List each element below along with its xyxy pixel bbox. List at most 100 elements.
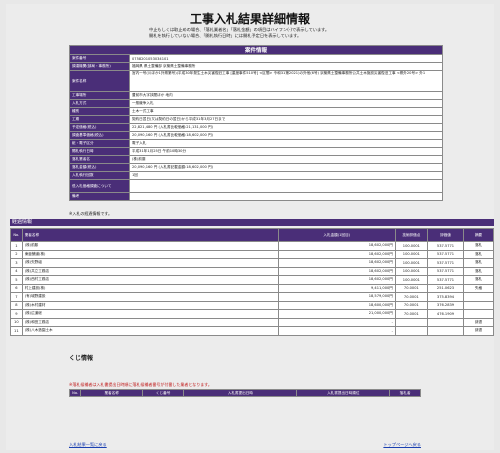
- bid-name: (株)共立工務店: [21, 266, 279, 276]
- lot-col-no: No.: [68, 389, 82, 397]
- bid-name: 村上建設(株): [21, 283, 279, 293]
- bid-no: 3: [10, 258, 23, 268]
- bid-no: 4: [10, 266, 23, 276]
- info-row-value: [129, 192, 443, 201]
- info-row: 備考: [69, 192, 443, 201]
- bid-note: 落札: [463, 275, 494, 285]
- col-amount: 入札金額(1回目): [277, 228, 396, 242]
- info-row-value: 平成31年1月25日 午前10時30分: [129, 147, 443, 156]
- bid-value: [426, 317, 465, 327]
- info-row: 調達機関(部局・事務所) 福岡県 県土整備部 京築県土整備事務所: [69, 62, 443, 71]
- info-row-label: 工期: [69, 115, 130, 124]
- bid-row: 8 (株)木村建材 18,600,000円 70.0001 376.2839: [10, 300, 494, 310]
- info-row: 案件番号 0758201053034101: [69, 54, 443, 63]
- bid-name: (株)前藤: [21, 241, 279, 251]
- lottery-warning: ※落札候補者は入札書提出日時順に落札候補者番号が付番した業者となります。: [69, 382, 212, 387]
- notes: 中止もしくは取止めの場合、「落札業者名」「落札金額」の項目はハイフン(-)で表示…: [149, 27, 329, 39]
- bid-no: 11: [10, 326, 23, 336]
- bid-amount: 18,579,000円: [277, 292, 396, 302]
- info-row-value: (株)前藤: [129, 155, 443, 164]
- bid-row: 7 (有)城野建設 18,579,000円 70.0001 375.8394: [10, 292, 494, 302]
- info-row-label: 開札執行日時: [69, 147, 130, 156]
- info-row-label: 案件名称: [69, 70, 130, 92]
- bid-note: [463, 292, 494, 302]
- bid-score: [394, 317, 428, 327]
- bid-name: (有)城野建設: [21, 292, 279, 302]
- info-row-value: 宮内一号(川ほか1外県第号)(平成30年発生土木災害復旧工事 [重度事件510号…: [129, 70, 443, 92]
- bid-no: 5: [10, 275, 23, 285]
- info-row-value: 1回: [129, 171, 443, 180]
- bid-score: 100.0001: [394, 241, 428, 251]
- bid-amount: 9,411,000円: [277, 283, 396, 293]
- col-score: 技術評価点: [394, 228, 428, 242]
- bid-amount: 18,602,000円: [277, 275, 396, 285]
- info-row: 落札金額(税込) 20,090,160 円 (入札書記載金額:18,602,000…: [69, 163, 443, 172]
- info-row-value: 22,821,480 円 (入札書比較価格:21,131,000 円): [129, 123, 443, 132]
- bid-amount: 18,602,000円: [277, 258, 396, 268]
- col-note: 摘要: [463, 228, 494, 242]
- bid-score: 70.0001: [394, 309, 428, 319]
- bid-no: 7: [10, 292, 23, 302]
- info-row-value: 20,090,160 円 (入札書比較価格:18,602,000 円): [129, 131, 443, 140]
- info-row: 低入札価格調査について: [69, 179, 443, 193]
- bid-no: 6: [10, 283, 23, 293]
- bid-note: 落札: [463, 258, 494, 268]
- lot-col-name: 業者名称: [80, 389, 144, 397]
- bid-amount: 21,000,000円: [277, 309, 396, 319]
- info-row-label: 低入札価格調査について: [69, 179, 130, 193]
- bid-value: 537.5771: [426, 275, 465, 285]
- bids-section-label: 経過情報: [10, 219, 494, 226]
- info-row-label: 案件番号: [69, 54, 130, 63]
- info-row-value: 契約日翌日(又は契約日の翌日)から平成31年3月27日まで: [129, 115, 443, 124]
- info-row-label: 予定価格(税込): [69, 123, 130, 132]
- bid-name: (株)八木造園土木: [21, 326, 279, 336]
- info-row: 紙・電子区分 電子入札: [69, 139, 443, 148]
- lot-col-time: 入札書提出日時: [183, 389, 298, 397]
- info-row: 落札業者名 (株)前藤: [69, 155, 443, 164]
- bid-row: 9 (株)広道総 21,000,000円 70.0001 476.1909: [10, 309, 494, 319]
- info-row: 開札執行日時 平成31年1月25日 午前10時30分: [69, 147, 443, 156]
- col-name: 業者名称: [21, 228, 279, 242]
- page-title: 工事入札結果詳細情報: [189, 12, 310, 26]
- bid-amount: 18,602,000円: [277, 266, 396, 276]
- info-row-value: 電子入札: [129, 139, 443, 148]
- page: 工事入札結果詳細情報 中止もしくは取止めの場合、「落札業者名」「落札金額」の項目…: [6, 4, 494, 450]
- bid-score: 100.0001: [394, 266, 428, 276]
- bid-name: (株)矢野組: [21, 258, 279, 268]
- info-row-label: 備考: [69, 192, 130, 201]
- info-row: 案件名称 宮内一号(川ほか1外県第号)(平成30年発生土木災害復旧工事 [重度事件…: [69, 70, 443, 92]
- info-header: 案件情報: [69, 45, 443, 55]
- lot-col-rank: 入札書提出日時順位: [296, 389, 391, 397]
- bid-note: 落札: [463, 241, 494, 251]
- col-no: No.: [10, 228, 23, 242]
- info-row: 入札執行回数 1回: [69, 171, 443, 180]
- bid-note: [463, 309, 494, 319]
- info-row-label: 落札業者名: [69, 155, 130, 164]
- bid-row: 10 (株)和田工務店 - 辞退: [10, 317, 494, 327]
- bid-value: 476.1909: [426, 309, 465, 319]
- back-to-list-link[interactable]: 入札結果一覧に戻る: [69, 442, 107, 448]
- bid-value: 537.5771: [426, 241, 465, 251]
- bid-amount: 18,602,000円: [277, 249, 396, 259]
- bid-score: 100.0001: [394, 258, 428, 268]
- bids-note: ※入札の経過情報です。: [69, 211, 112, 216]
- bid-row: 4 (株)共立工務店 18,602,000円 100.0001 537.5771 落札: [10, 266, 494, 276]
- col-value: 評価値: [426, 228, 465, 242]
- bid-amount: 18,600,000円: [277, 300, 396, 310]
- back-to-top-link[interactable]: トップページへ戻る: [383, 442, 421, 448]
- info-row-label: 工事場所: [69, 91, 130, 100]
- info-row-label: 種別: [69, 107, 130, 116]
- bid-no: 8: [10, 300, 23, 310]
- bid-value: 537.5771: [426, 258, 465, 268]
- bid-note: 失格: [463, 283, 494, 293]
- bid-score: 70.0001: [394, 292, 428, 302]
- note-line: 開札を執行していない場合、「開札執行日時」には開札予定日を表示しています。: [149, 33, 302, 38]
- info-row: 予定価格(税込) 22,821,480 円 (入札書比較価格:21,131,000…: [69, 123, 443, 132]
- bid-note: 辞退: [463, 326, 494, 336]
- bid-value: 537.5771: [426, 249, 465, 259]
- bid-name: (株)広道総: [21, 309, 279, 319]
- bid-no: 9: [10, 309, 23, 319]
- info-row-value: 豊前市大字挟間ほか 地内: [129, 91, 443, 100]
- bid-value: 251.0623: [426, 283, 465, 293]
- info-row-value: 20,090,160 円 (入札書記載金額:18,602,000 円): [129, 163, 443, 172]
